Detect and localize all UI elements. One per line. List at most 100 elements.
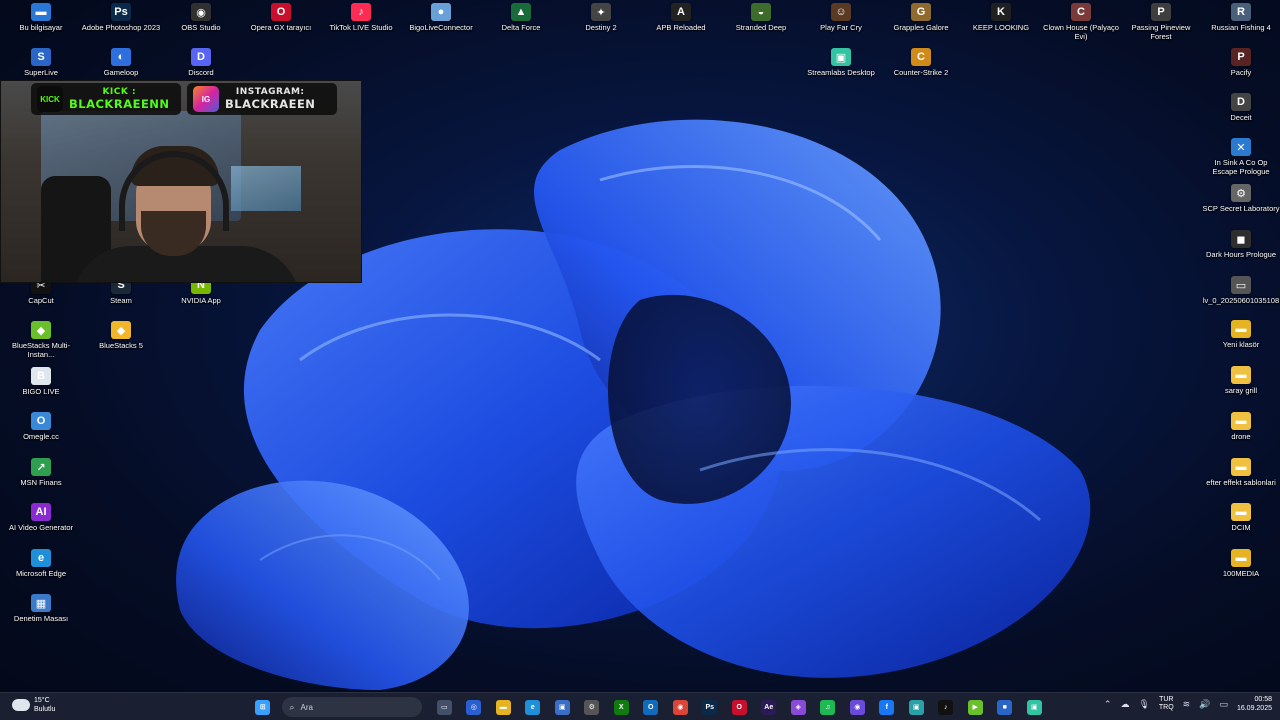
desktop-icon-label: NVIDIA App (181, 296, 221, 305)
desktop-icon-label: Gameloop (103, 68, 139, 77)
app-icon: ☺ (831, 3, 851, 21)
app-icon: ♪ (351, 3, 371, 21)
app-icon: ↗ (31, 458, 51, 476)
app-icon: ▬ (1231, 549, 1251, 567)
taskbar-opera-gx-button[interactable]: O (725, 697, 755, 717)
language-indicator[interactable]: TUR TRQ (1159, 696, 1174, 712)
desktop-icon-clown-house-palya-o-evi[interactable]: C Clown House (Palyaço Evi) (1041, 3, 1121, 41)
app-icon: ▬ (31, 3, 51, 21)
taskbar-outlook-button[interactable]: O (636, 697, 666, 717)
taskbar-camera-app-button[interactable]: ■ (990, 697, 1020, 717)
desktop-icon-in-sink-a-co-op-escape-prologue[interactable]: ✕ In Sink A Co Op Escape Prologue (1201, 138, 1280, 176)
taskbar-media-player-button[interactable]: ▶ (961, 697, 991, 717)
desktop-icon-apb-reloaded[interactable]: A APB Reloaded (641, 3, 721, 32)
desktop-icon-omegle-cc[interactable]: O Omegle.cc (1, 412, 81, 441)
taskbar-xbox-button[interactable]: X (607, 697, 637, 717)
battery-icon[interactable]: ▭ (1219, 699, 1228, 710)
desktop-icon-dcim[interactable]: ▬ DCIM (1201, 503, 1280, 532)
media-player-icon: ▶ (967, 699, 983, 715)
desktop-icon-100media[interactable]: ▬ 100MEDIA (1201, 549, 1280, 578)
desktop-icon-denetim-masas[interactable]: ▦ Denetim Masası (1, 594, 81, 623)
taskbar-photoshop-button[interactable]: Ps (695, 697, 725, 717)
microphone-icon[interactable]: 🎙 (1138, 699, 1149, 710)
weather-temp: 15°C (34, 697, 50, 704)
desktop-icon-dark-hours-prologue[interactable]: ◼ Dark Hours Prologue (1201, 230, 1280, 259)
taskbar-facebook-button[interactable]: f (872, 697, 902, 717)
desktop-icon-efter-effekt-sablonlari[interactable]: ▬ efter effekt sablonlari (1201, 458, 1280, 487)
desktop-icon-scp-secret-laboratory[interactable]: ⚙ SCP Secret Laboratory (1201, 184, 1280, 213)
desktop-icon-obs-studio[interactable]: ◉ OBS Studio (161, 3, 241, 32)
app-icon: ✕ (1231, 138, 1251, 156)
spotify-icon: ♫ (820, 699, 836, 715)
desktop-icon-passing-pineview-forest[interactable]: P Passing Pineview Forest (1121, 3, 1201, 41)
desktop-icon-counter-strike-2[interactable]: C Counter-Strike 2 (881, 48, 961, 77)
desktop-icon-discord[interactable]: D Discord (161, 48, 241, 77)
desktop-icon-bu-bilgisayar[interactable]: ▬ Bu bilgisayar (1, 3, 81, 32)
onedrive-icon[interactable]: ☁ (1120, 699, 1129, 710)
taskbar-search-box[interactable]: ⌕ Ara (281, 697, 422, 717)
desktop-icon-adobe-photoshop-2023[interactable]: Ps Adobe Photoshop 2023 (81, 3, 161, 32)
desktop-icon-gameloop[interactable]: ◐ Gameloop (81, 48, 161, 77)
desktop-icon-tiktok-live-studio[interactable]: ♪ TikTok LIVE Studio (321, 3, 401, 32)
kick-badge: KICK KICK : BLACKRAEENN (31, 83, 181, 115)
desktop-icon-destiny-2[interactable]: ✦ Destiny 2 (561, 3, 641, 32)
desktop-icon-stranded-deep[interactable]: ◒ Stranded Deep (721, 3, 801, 32)
desktop-icon-superlive[interactable]: S SuperLive (1, 48, 81, 77)
taskbar-monitor-app-button[interactable]: ▣ (902, 697, 932, 717)
taskbar-edge-button[interactable]: e (518, 697, 548, 717)
weather-widget[interactable]: 15°C Bulutlu (12, 696, 55, 714)
desktop-icon-deceit[interactable]: D Deceit (1201, 93, 1280, 122)
desktop-icon-msn-finans[interactable]: ↗ MSN Finans (1, 458, 81, 487)
desktop-icon-label: Dark Hours Prologue (1205, 250, 1277, 259)
app-icon: ▲ (511, 3, 531, 21)
copilot-icon: ◎ (466, 699, 482, 715)
desktop-icon-bluestacks-5[interactable]: ◆ BlueStacks 5 (81, 321, 161, 350)
taskbar-settings-button[interactable]: ⚙ (577, 697, 607, 717)
desktop-icon-grapples-galore[interactable]: G Grapples Galore (881, 3, 961, 32)
taskbar-tiktok-button[interactable]: ♪ (931, 697, 961, 717)
desktop-icon-saray-grill[interactable]: ▬ saray grill (1201, 366, 1280, 395)
desktop-icon-microsoft-edge[interactable]: e Microsoft Edge (1, 549, 81, 578)
desktop-icon-russian-fishing-4[interactable]: R Russian Fishing 4 (1201, 3, 1280, 32)
clock[interactable]: 00:58 16.09.2025 (1237, 695, 1272, 713)
taskbar-copilot-button[interactable]: ◎ (459, 697, 489, 717)
taskbar-store-button[interactable]: ▣ (548, 697, 578, 717)
taskbar-streamlabs-button[interactable]: ▣ (1020, 697, 1050, 717)
taskbar-apps: ⊞ ⌕ Ara ▭ ◎ ▬ e ▣ ⚙ X O ◉ Ps O Ae ◈ ♫ ◉ f ▣ ♪ ▶ ■ ▣ (248, 697, 1049, 717)
desktop-icon-opera-gx-taray-c[interactable]: O Opera GX tarayıcı (241, 3, 321, 32)
photoshop-icon: Ps (702, 699, 718, 715)
desktop-icon-play-far-cry[interactable]: ☺ Play Far Cry (801, 3, 881, 32)
chevron-up-icon[interactable]: ⌃ (1104, 699, 1112, 710)
desktop-icon-ai-video-generator[interactable]: AI AI Video Generator (1, 503, 81, 532)
desktop-icon-streamlabs-desktop[interactable]: ▣ Streamlabs Desktop (801, 48, 881, 77)
desktop-icon-keep-looking[interactable]: K KEEP LOOKING (961, 3, 1041, 32)
file-explorer-icon: ▬ (495, 699, 511, 715)
desktop-icon-lv-0-20250601035108[interactable]: ▭ lv_0_20250601035108 (1201, 276, 1280, 305)
desktop-icon-label: SuperLive (24, 68, 58, 77)
volume-icon[interactable]: 🔊 (1199, 699, 1210, 710)
taskbar-after-effects-button[interactable]: Ae (754, 697, 784, 717)
search-placeholder: Ara (300, 702, 313, 712)
desktop-icon-bigo-live[interactable]: B BIGO LIVE (1, 367, 81, 396)
desktop-icon-drone[interactable]: ▬ drone (1201, 412, 1280, 441)
app-icon: ▦ (31, 594, 51, 612)
taskbar-task-view-button[interactable]: ▭ (430, 697, 460, 717)
app-icon: Ps (111, 3, 131, 21)
desktop-icon-pacify[interactable]: P Pacify (1201, 48, 1280, 77)
desktop-icon-bluestacks-multi-instan[interactable]: ◆ BlueStacks Multi-Instan... (1, 321, 81, 359)
desktop-icon-delta-force[interactable]: ▲ Delta Force (481, 3, 561, 32)
app-icon: ◒ (751, 3, 771, 21)
tiktok-icon: ♪ (938, 699, 954, 715)
desktop-icon-bigoliveconnector[interactable]: ● BigoLiveConnector (401, 3, 481, 32)
taskbar-chrome-button[interactable]: ◉ (666, 697, 696, 717)
taskbar-spotify-button[interactable]: ♫ (813, 697, 843, 717)
taskbar-file-explorer-button[interactable]: ▬ (489, 697, 519, 717)
desktop-icon-yeni-klas-r[interactable]: ▬ Yeni klasör (1201, 320, 1280, 349)
taskbar-start-button[interactable]: ⊞ (248, 697, 278, 717)
taskbar-copilot-app-button[interactable]: ◈ (784, 697, 814, 717)
taskbar-obs-button[interactable]: ◉ (843, 697, 873, 717)
wifi-icon[interactable]: ≋ (1183, 699, 1191, 710)
desktop-icon-label: Denetim Masası (13, 614, 69, 623)
app-icon: ✦ (591, 3, 611, 21)
edge-icon: e (525, 699, 541, 715)
